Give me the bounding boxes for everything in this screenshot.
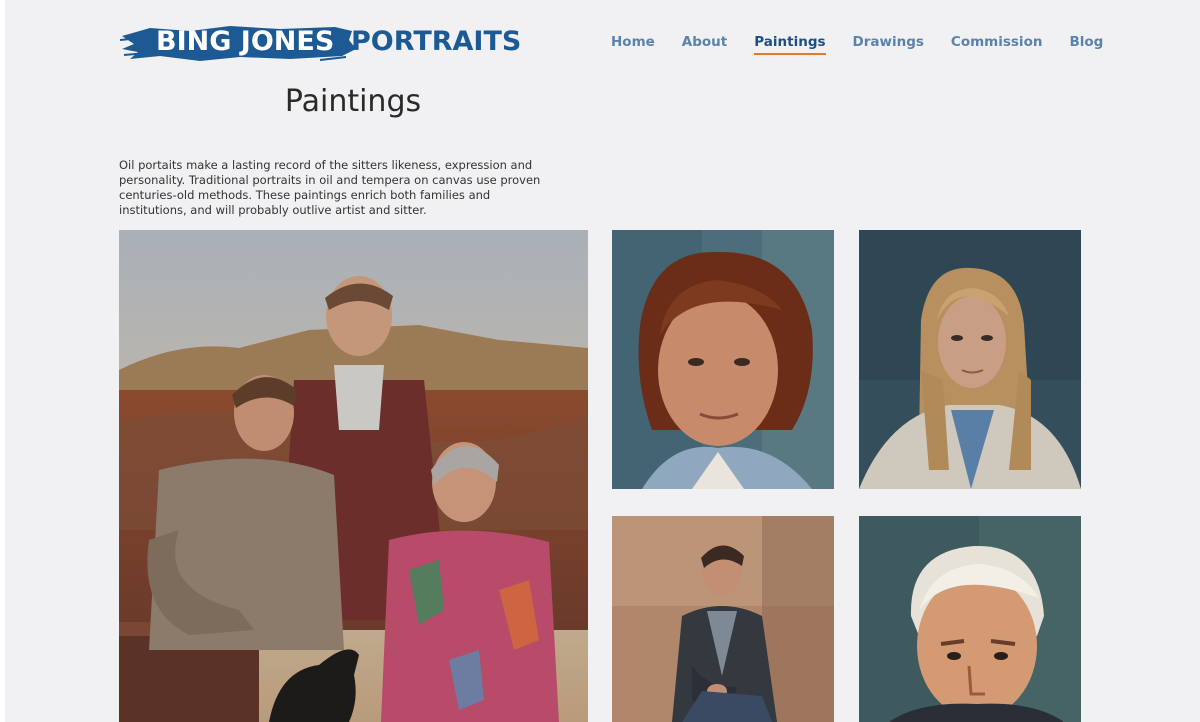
intro-paragraph: Oil portaits make a lasting record of th… bbox=[119, 157, 541, 217]
logo-text-portraits: PORTRAITS bbox=[351, 26, 522, 57]
nav-paintings[interactable]: Paintings bbox=[754, 34, 826, 55]
painting-older-man-white-hair[interactable] bbox=[859, 516, 1081, 722]
page-title: Paintings bbox=[284, 84, 422, 119]
painting-family-portrait[interactable] bbox=[119, 230, 588, 722]
nav-commission[interactable]: Commission bbox=[951, 34, 1043, 55]
nav-drawings[interactable]: Drawings bbox=[853, 34, 924, 55]
nav-about[interactable]: About bbox=[682, 34, 727, 55]
main-navigation: Home About Paintings Drawings Commission… bbox=[611, 34, 1103, 55]
site-logo[interactable]: BING JONES PORTRAITS bbox=[120, 22, 530, 64]
nav-blog[interactable]: Blog bbox=[1069, 34, 1103, 55]
painting-young-man-jacket[interactable] bbox=[612, 516, 834, 722]
nav-home[interactable]: Home bbox=[611, 34, 655, 55]
painting-woman-auburn-hair[interactable] bbox=[612, 230, 834, 489]
painting-woman-blonde-hair[interactable] bbox=[859, 230, 1081, 489]
logo-text-name: BING JONES bbox=[156, 26, 335, 57]
